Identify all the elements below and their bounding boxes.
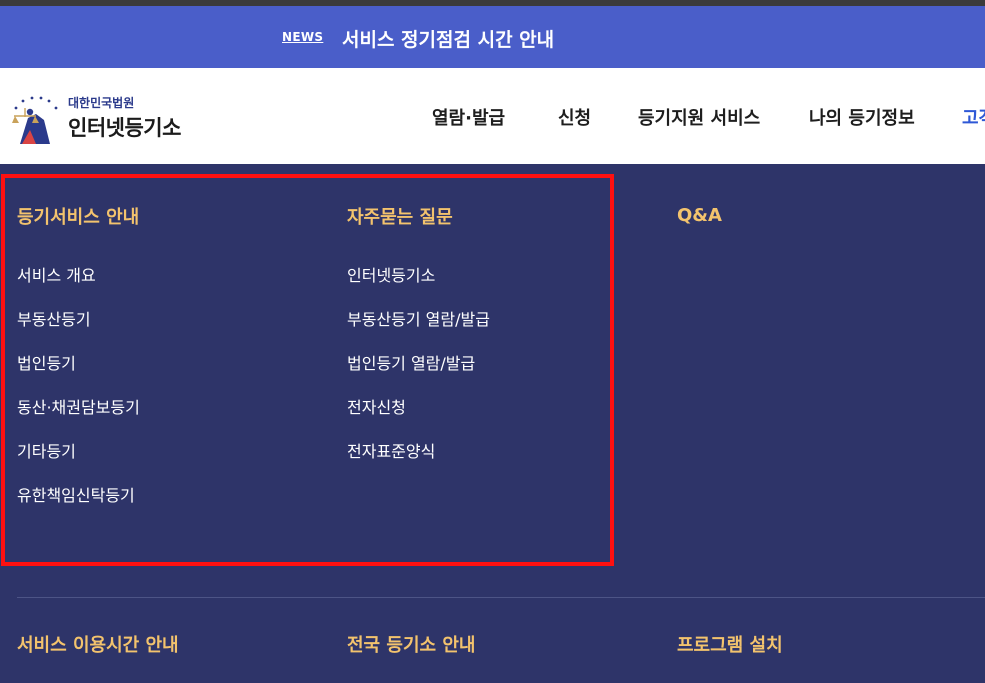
menu-title-program-install[interactable]: 프로그램 설치 bbox=[677, 631, 783, 657]
nav-apply[interactable]: 신청 bbox=[558, 104, 591, 130]
news-title-link[interactable]: 서비스 정기점검 시간 안내 bbox=[342, 25, 554, 52]
nav-view-issue[interactable]: 열람·발급 bbox=[432, 104, 505, 130]
logo-title: 인터넷등기소 bbox=[68, 116, 181, 140]
court-emblem-icon bbox=[12, 96, 58, 144]
highlight-box bbox=[1, 174, 614, 566]
nav-support-services[interactable]: 등기지원 서비스 bbox=[638, 104, 760, 130]
menu-title-registry-offices[interactable]: 전국 등기소 안내 bbox=[347, 631, 475, 657]
nav-my-registry-info[interactable]: 나의 등기정보 bbox=[809, 104, 915, 130]
news-tag[interactable]: NEWS bbox=[282, 30, 323, 44]
menu-divider bbox=[17, 597, 985, 598]
site-header: 대한민국법원 인터넷등기소 열람·발급 신청 등기지원 서비스 나의 등기정보 … bbox=[0, 68, 985, 164]
logo-subtitle: 대한민국법원 bbox=[68, 96, 135, 110]
site-logo[interactable]: 대한민국법원 인터넷등기소 bbox=[6, 86, 196, 146]
news-bar: NEWS 서비스 정기점검 시간 안내 bbox=[0, 6, 985, 68]
nav-customer[interactable]: 고객 bbox=[962, 104, 985, 130]
menu-title-qna[interactable]: Q&A bbox=[677, 205, 722, 226]
menu-title-service-hours[interactable]: 서비스 이용시간 안내 bbox=[17, 631, 179, 657]
